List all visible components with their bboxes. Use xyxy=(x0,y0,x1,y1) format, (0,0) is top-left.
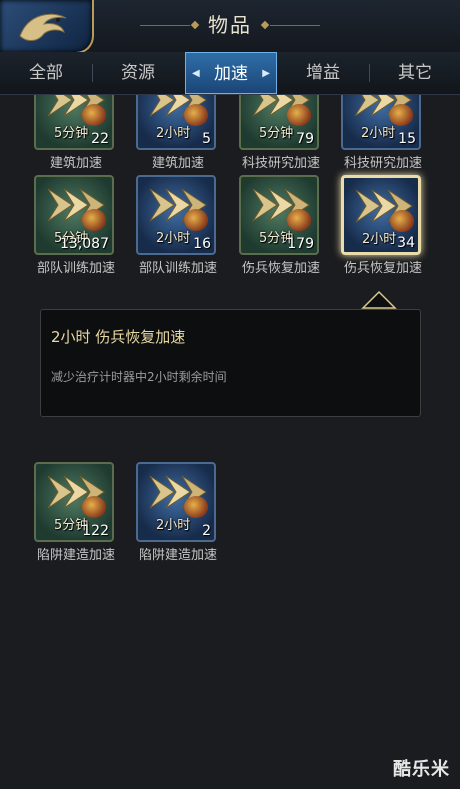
item-count: 34 xyxy=(397,235,415,251)
item-count: 16 xyxy=(193,236,211,252)
item-duration: 2小时 xyxy=(362,232,397,247)
tooltip-title: 2小时 伤兵恢复加速 xyxy=(51,328,186,346)
tab-boosts[interactable]: 增益 xyxy=(277,52,369,94)
speedup-item-icon[interactable]: 2小时 34 xyxy=(341,175,421,255)
page-title: 物品 xyxy=(208,13,252,37)
tab-others[interactable]: 其它 xyxy=(369,52,460,94)
item-count: 22 xyxy=(91,131,109,147)
speedup-item-icon[interactable]: 5分钟 122 xyxy=(34,462,114,542)
speedup-item-icon[interactable]: 2小时 2 xyxy=(136,462,216,542)
item-name: 伤兵恢复加速 xyxy=(343,261,422,276)
item-count: 5 xyxy=(202,131,211,147)
item-name: 建筑加速 xyxy=(151,156,204,171)
item-count: 13,087 xyxy=(60,236,109,252)
item-count: 179 xyxy=(287,236,314,252)
page-title-wrap: 物品 xyxy=(140,8,320,42)
category-tabs: 全部 资源 ◀ 加速 ▶ 增益 其它 xyxy=(0,52,460,95)
item-name: 科技研究加速 xyxy=(241,156,320,171)
item-tooltip: 2小时 伤兵恢复加速 减少治疗计时器中2小时剩余时间 xyxy=(40,309,421,417)
item-name: 陷阱建造加速 xyxy=(36,548,115,563)
arrow-right-icon: ▶ xyxy=(262,68,270,79)
tooltip-description: 减少治疗计时器中2小时剩余时间 xyxy=(51,370,227,384)
item-name: 科技研究加速 xyxy=(343,156,422,171)
tab-all[interactable]: 全部 xyxy=(0,52,92,94)
tab-resources[interactable]: 资源 xyxy=(92,52,184,94)
dragon-logo-icon[interactable] xyxy=(0,0,94,54)
speedup-item-icon[interactable]: 2小时 16 xyxy=(136,175,216,255)
item-duration: 2小时 xyxy=(156,518,191,533)
item-duration: 5分钟 xyxy=(54,126,89,141)
item-duration: 2小时 xyxy=(156,231,191,246)
speedup-item-icon[interactable]: 5分钟 179 xyxy=(239,175,319,255)
item-count: 122 xyxy=(82,523,109,539)
item-name: 陷阱建造加速 xyxy=(138,548,217,563)
item-name: 伤兵恢复加速 xyxy=(241,261,320,276)
speedup-item-icon[interactable]: 5分钟 13,087 xyxy=(34,175,114,255)
item-duration: 5分钟 xyxy=(259,126,294,141)
item-duration: 2小时 xyxy=(156,126,191,141)
item-count: 79 xyxy=(296,131,314,147)
item-count: 15 xyxy=(398,131,416,147)
item-name: 部队训练加速 xyxy=(138,261,217,276)
watermark: 酷乐米 xyxy=(393,759,450,780)
tooltip-pointer-icon xyxy=(361,290,397,309)
arrow-left-icon: ◀ xyxy=(192,68,200,79)
item-count: 2 xyxy=(202,523,211,539)
item-name: 建筑加速 xyxy=(49,156,102,171)
header: 物品 xyxy=(0,0,460,54)
item-duration: 2小时 xyxy=(361,126,396,141)
item-name: 部队训练加速 xyxy=(36,261,115,276)
tab-speedups[interactable]: ◀ 加速 ▶ xyxy=(185,52,277,94)
